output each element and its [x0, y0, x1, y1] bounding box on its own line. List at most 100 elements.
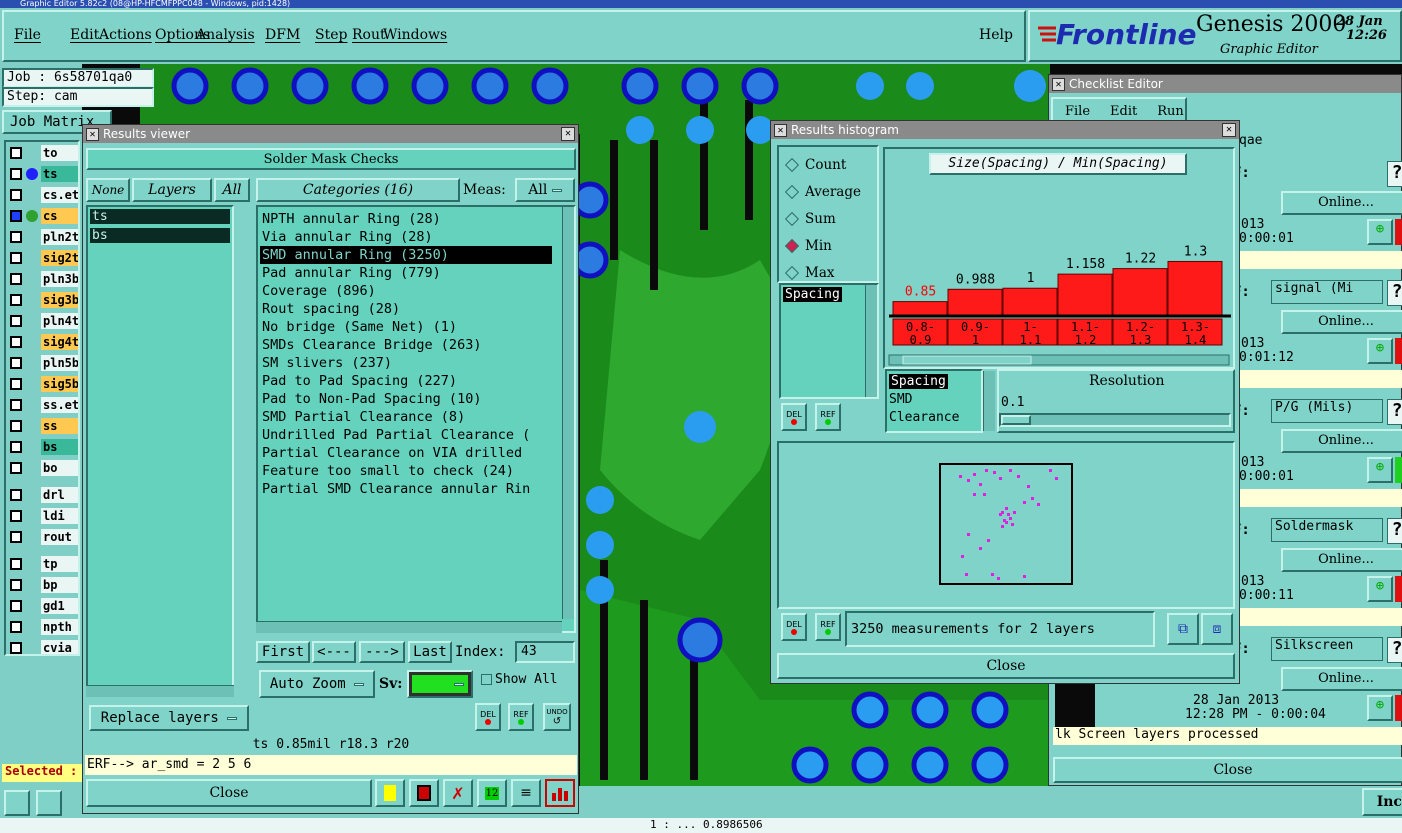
- layer-checkbox[interactable]: [10, 398, 22, 411]
- prev-button[interactable]: <---: [312, 641, 356, 663]
- check-item[interactable]: Pad to Non-Pad Spacing (10): [260, 390, 552, 408]
- layer-name[interactable]: cs: [41, 207, 78, 224]
- check-item[interactable]: Pad annular Ring (779): [260, 264, 552, 282]
- check-item[interactable]: Rout spacing (28): [260, 300, 552, 318]
- undo-button[interactable]: UNDO ↺: [543, 703, 571, 731]
- layer-checkbox[interactable]: [10, 599, 22, 612]
- show-all-checkbox[interactable]: [481, 674, 492, 685]
- sum-radio-icon[interactable]: [784, 211, 800, 226]
- check-item[interactable]: Undrilled Pad Partial Clearance (: [260, 426, 552, 444]
- layers-button[interactable]: Layers: [132, 178, 212, 202]
- layer-name[interactable]: pln4t: [41, 312, 78, 329]
- window-close-icon[interactable]: ✕: [1222, 123, 1236, 137]
- online-button[interactable]: Online...: [1281, 191, 1402, 215]
- zoom-icon[interactable]: ⊕: [1367, 338, 1393, 364]
- checklist-menu-edit[interactable]: Edit: [1110, 104, 1137, 119]
- zoom-out-icon[interactable]: ⧈: [1201, 613, 1233, 645]
- checklist-menu-run[interactable]: Run: [1157, 104, 1184, 119]
- layer-checkbox[interactable]: [10, 335, 22, 348]
- tool-icon-a[interactable]: [4, 790, 30, 816]
- menu-options[interactable]: Options: [155, 27, 210, 43]
- results-layer-list[interactable]: ts bs: [86, 205, 234, 697]
- layer-row[interactable]: cs.et: [6, 184, 78, 205]
- layer-row[interactable]: bp: [6, 574, 78, 595]
- checks-hscroll[interactable]: [256, 621, 562, 633]
- layer-row[interactable]: drl: [6, 484, 78, 505]
- histogram-icon[interactable]: [545, 779, 575, 807]
- layer-row[interactable]: pln4t: [6, 310, 78, 331]
- layer-checkbox[interactable]: [10, 620, 22, 633]
- meas-list-vscroll[interactable]: [865, 285, 877, 397]
- menu-windows[interactable]: Windows: [383, 27, 447, 43]
- ref-button[interactable]: REF: [815, 403, 841, 431]
- min-radio-icon[interactable]: [784, 238, 800, 253]
- mode-radio[interactable]: Min: [783, 232, 873, 259]
- zoom-icon[interactable]: ⊕: [1367, 695, 1393, 721]
- layer-checkbox[interactable]: [10, 461, 22, 474]
- results-layer-item[interactable]: ts: [90, 209, 230, 224]
- average-radio-icon[interactable]: [784, 184, 800, 199]
- mode-radio[interactable]: Count: [783, 151, 873, 178]
- mode-radio[interactable]: Sum: [783, 205, 873, 232]
- check-item[interactable]: Partial Clearance on VIA drilled: [260, 444, 552, 462]
- meas-list-item[interactable]: Spacing: [783, 287, 842, 302]
- layer-row[interactable]: pln2t: [6, 226, 78, 247]
- layer-checkbox[interactable]: [10, 419, 22, 432]
- layer-name[interactable]: sig5b: [41, 375, 78, 392]
- layer-checkbox[interactable]: [10, 146, 22, 159]
- layer-name[interactable]: ss: [41, 417, 78, 434]
- max-radio-icon[interactable]: [784, 265, 800, 280]
- layer-checkbox[interactable]: [10, 188, 22, 201]
- action-name-field[interactable]: P/G (Mils): [1271, 399, 1383, 423]
- layer-name[interactable]: drl: [41, 486, 78, 503]
- layer-row[interactable]: sig2t: [6, 247, 78, 268]
- menu-step[interactable]: Step: [315, 27, 352, 43]
- layer-row[interactable]: sig5b: [6, 373, 78, 394]
- layer-name[interactable]: npth: [41, 618, 78, 635]
- layer-name[interactable]: sig3b: [41, 291, 78, 308]
- replace-layers-select[interactable]: Replace layers: [89, 705, 249, 731]
- window-close-icon[interactable]: ✕: [561, 127, 575, 141]
- layer-row[interactable]: ldi: [6, 505, 78, 526]
- layer-checkbox[interactable]: [10, 578, 22, 591]
- zoom-icon[interactable]: ⊕: [1367, 576, 1393, 602]
- checks-list[interactable]: NPTH annular Ring (28) Via annular Ring (…: [256, 205, 576, 633]
- type-list-item[interactable]: Spacing: [889, 374, 948, 389]
- action-name-field[interactable]: Silkscreen: [1271, 637, 1383, 661]
- sv-color-select[interactable]: [407, 670, 473, 698]
- layer-name[interactable]: rout: [41, 528, 78, 545]
- layer-name[interactable]: pln3b: [41, 270, 78, 287]
- help-icon[interactable]: ?: [1387, 518, 1402, 544]
- layer-name[interactable]: pln5b: [41, 354, 78, 371]
- meas-list[interactable]: Spacing: [779, 283, 879, 399]
- first-button[interactable]: First: [256, 641, 310, 663]
- layer-name[interactable]: cs.et: [41, 186, 78, 203]
- online-button[interactable]: Online...: [1281, 310, 1402, 334]
- type-list-item[interactable]: SMD: [889, 391, 979, 409]
- ref-button[interactable]: REF: [815, 613, 841, 641]
- board-preview[interactable]: [939, 463, 1073, 585]
- layer-checkbox[interactable]: [10, 530, 22, 543]
- none-button[interactable]: None: [86, 178, 130, 202]
- tool-icon-b[interactable]: [36, 790, 62, 816]
- layer-row[interactable]: ss.et: [6, 394, 78, 415]
- layer-checkbox[interactable]: [10, 557, 22, 570]
- layer-row[interactable]: ss: [6, 415, 78, 436]
- online-button[interactable]: Online...: [1281, 429, 1402, 453]
- layer-name[interactable]: ss.et: [41, 396, 78, 413]
- layer-row[interactable]: gd1: [6, 595, 78, 616]
- layer-checkbox[interactable]: [10, 293, 22, 306]
- layer-name[interactable]: sig2t: [41, 249, 78, 266]
- check-item[interactable]: Feature too small to check (24): [260, 462, 552, 480]
- check-item[interactable]: SMD annular Ring (3250): [260, 246, 552, 264]
- last-button[interactable]: Last: [408, 641, 452, 663]
- layer-name[interactable]: bp: [41, 576, 78, 593]
- layer-checkbox[interactable]: [10, 641, 22, 654]
- meas-select[interactable]: All: [515, 178, 575, 202]
- layer-checkbox[interactable]: [10, 509, 22, 522]
- categories-button[interactable]: Categories (16): [256, 178, 460, 202]
- mode-radio[interactable]: Average: [783, 178, 873, 205]
- help-icon[interactable]: ?: [1387, 280, 1402, 306]
- layer-name[interactable]: sig4t: [41, 333, 78, 350]
- close-x-icon[interactable]: ✕: [86, 128, 99, 141]
